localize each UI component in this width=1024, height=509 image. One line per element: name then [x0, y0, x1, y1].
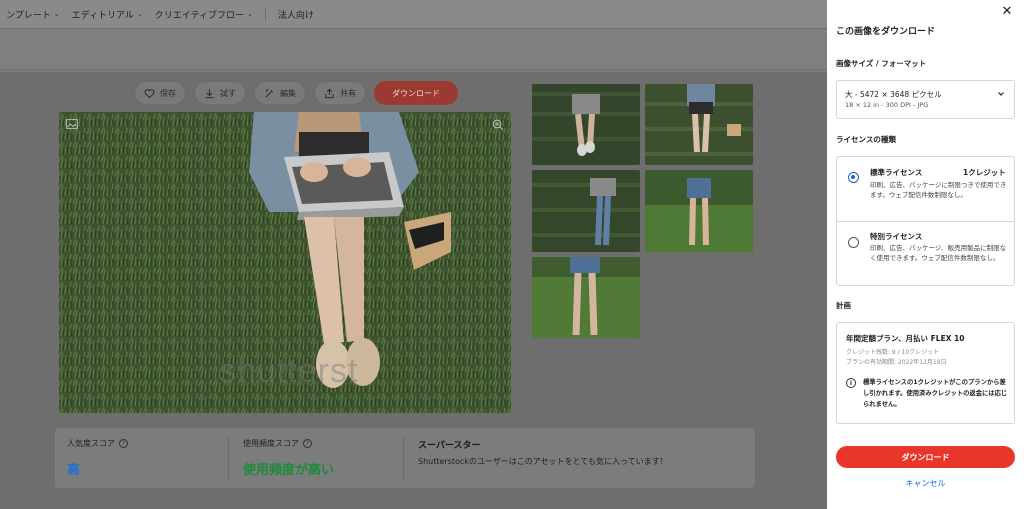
usage-label: 使用頻度スコア [243, 439, 299, 448]
zoom-icon[interactable] [492, 119, 504, 131]
share-button[interactable]: 共有 [314, 81, 366, 105]
thumbnail-photo [532, 84, 640, 165]
plan-card: 年間定額プラン、月払い FLEX 10 クレジット残数: 9 / 10クレジット… [836, 322, 1015, 424]
image-action-bar: 保存 試す 編集 共有 ダウンロード [134, 81, 458, 105]
popularity-label: 人気度スコア [67, 439, 115, 448]
divider [403, 436, 404, 480]
size-sub-text: 18 × 12 in - 300 DPI - JPG [845, 101, 929, 109]
image-icon[interactable] [66, 119, 78, 129]
nav-item-templates[interactable]: ンプレート ⌄ [0, 8, 66, 21]
license-name: 特別ライセンス [870, 232, 923, 241]
try-label: 試す [220, 88, 236, 98]
thumbnail-photo [532, 170, 640, 252]
license-name: 標準ライセンス [870, 168, 923, 177]
plan-section-label: 計画 [836, 301, 851, 310]
close-icon[interactable]: ✕ [1000, 5, 1014, 19]
help-icon[interactable]: ? [303, 439, 312, 448]
nav-item-business[interactable]: 法人向け [272, 8, 320, 21]
license-description: 印刷、広告、パッケージ、販売用製品に制限なく使用できます。ウェブ配信件数制限なし… [870, 244, 1007, 262]
usage-value: 使用頻度が高い [243, 463, 335, 478]
nav-item-label: エディトリアル [71, 10, 134, 21]
superstar-description: Shutterstockのユーザーはこのアセットをとても気に入っています！ [418, 457, 668, 466]
radio-unselected[interactable] [848, 237, 859, 248]
plan-notice: 標準ライセンスの1クレジットがこのプランから差し引かれます。使用済みクレジットの… [863, 379, 1008, 408]
info-icon: i [846, 378, 856, 388]
save-label: 保存 [160, 88, 176, 98]
plan-credits: クレジット残数: 9 / 10クレジット [846, 349, 940, 356]
popularity-value: 高 [67, 463, 81, 478]
chevron-down-icon: ⌄ [247, 10, 253, 18]
related-thumbnail[interactable] [532, 170, 640, 252]
usage-score: 使用頻度スコア? 使用頻度が高い [243, 438, 334, 478]
nav-divider [264, 7, 266, 21]
main-preview-image[interactable]: shutterst [59, 112, 511, 413]
size-main-text: 大 - 5472 × 3648 ピクセル [845, 90, 942, 99]
related-thumbnail[interactable] [532, 84, 640, 165]
panel-title: この画像をダウンロード [836, 27, 936, 37]
panel-download-button[interactable]: ダウンロード [836, 446, 1015, 468]
score-panel: 人気度スコア? 高 使用頻度スコア? 使用頻度が高い スーパースター Shutt… [55, 428, 755, 488]
share-label: 共有 [340, 88, 356, 98]
plan-name: 年間定額プラン、月払い FLEX 10 [846, 334, 965, 343]
edit-label: 編集 [280, 88, 296, 98]
chevron-down-icon: ⌄ [53, 10, 60, 18]
download-button[interactable]: ダウンロード [374, 81, 458, 105]
nav-item-label: 法人向け [277, 10, 314, 21]
license-description: 印刷、広告、パッケージに制限つきで使用できます。ウェブ配信件数制限なし。 [870, 181, 1007, 199]
related-thumbnail[interactable] [645, 84, 753, 165]
radio-selected[interactable] [848, 172, 859, 183]
edit-button[interactable]: 編集 [254, 81, 306, 105]
plan-expiry: プランの有効期間: 2022年12月19日 [846, 359, 947, 366]
download-label: ダウンロード [392, 88, 440, 98]
chevron-down-icon: ⌄ [136, 10, 143, 18]
size-section-label: 画像サイズ / フォーマット [836, 59, 927, 68]
help-icon[interactable]: ? [119, 439, 128, 448]
superstar-title: スーパースター [418, 441, 481, 451]
divider [228, 436, 229, 480]
nav-item-label: ンプレート [6, 10, 51, 21]
thumbnail-photo [645, 84, 753, 165]
download-icon [205, 88, 214, 98]
nav-item-creative-flow[interactable]: クリエイティブフロー ⌄ [149, 8, 259, 21]
watermark: shutterst [219, 352, 359, 390]
try-button[interactable]: 試す [194, 81, 246, 105]
cancel-link[interactable]: キャンセル [836, 478, 1015, 489]
related-thumbnail[interactable] [645, 170, 753, 252]
size-format-select[interactable]: 大 - 5472 × 3648 ピクセル 18 × 12 in - 300 DP… [836, 80, 1015, 119]
thumbnail-photo [532, 257, 640, 338]
nav-item-label: クリエイティブフロー [154, 10, 245, 21]
chevron-down-icon [998, 92, 1004, 96]
related-thumbnail[interactable] [532, 257, 640, 338]
nav-item-editorial[interactable]: エディトリアル ⌄ [66, 8, 149, 21]
share-icon [325, 88, 334, 98]
superstar-badge: スーパースター Shutterstockのユーザーはこのアセットをとても気に入っ… [418, 438, 668, 467]
license-section-label: ライセンスの種類 [836, 135, 896, 144]
edit-wand-icon [265, 88, 274, 98]
license-option-standard[interactable]: 標準ライセンス 1クレジット 印刷、広告、パッケージに制限つきで使用できます。ウ… [836, 156, 1015, 222]
popularity-score: 人気度スコア? 高 [67, 438, 128, 478]
license-credit: 1クレジット [963, 168, 1006, 177]
save-button[interactable]: 保存 [134, 81, 186, 105]
license-option-extended[interactable]: 特別ライセンス 印刷、広告、パッケージ、販売用製品に制限なく使用できます。ウェブ… [836, 221, 1015, 286]
heart-icon [144, 88, 155, 98]
download-panel: ✕ この画像をダウンロード 画像サイズ / フォーマット 大 - 5472 × … [827, 0, 1024, 509]
thumbnail-photo [645, 170, 753, 252]
